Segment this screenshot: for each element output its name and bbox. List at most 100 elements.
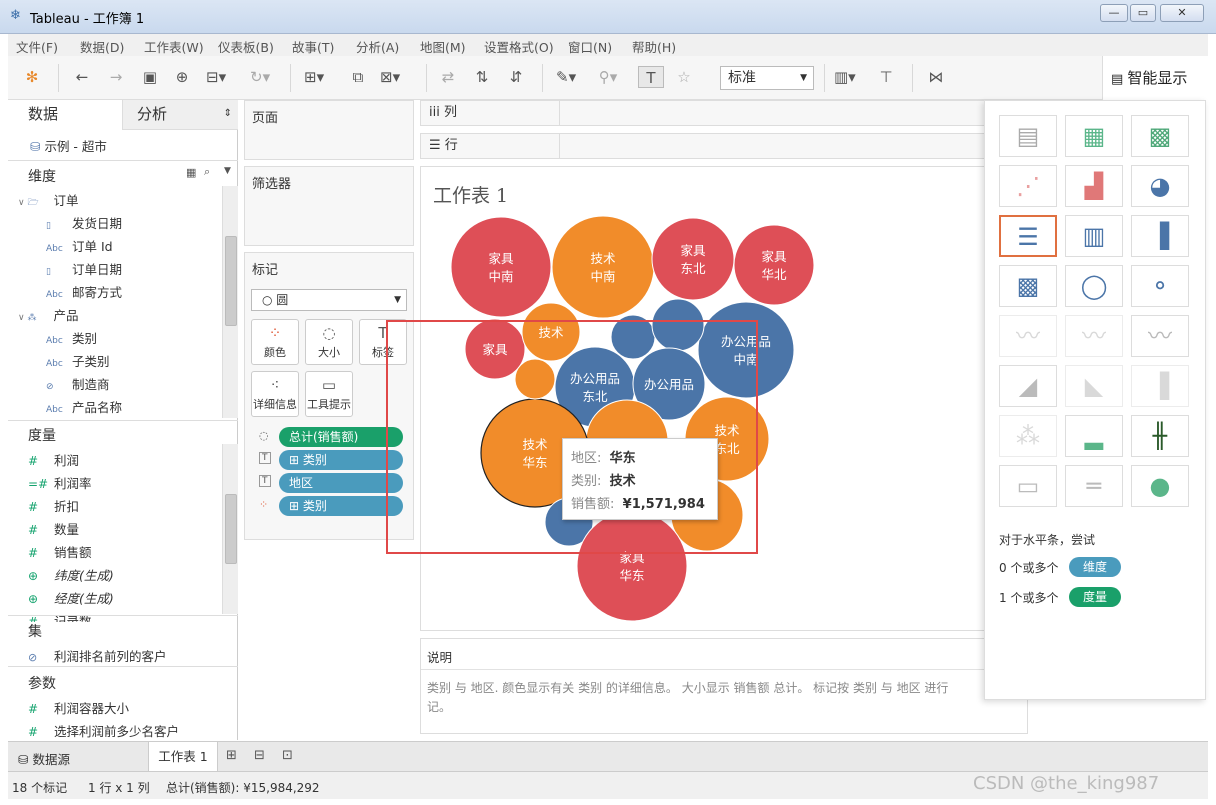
datasource-tab[interactable]: ⛁ 数据源 [18, 749, 70, 768]
measure-field[interactable]: ⊕ 纬度(生成) [28, 565, 114, 584]
bubble-mark[interactable] [697, 301, 795, 399]
bubble-mark[interactable] [651, 298, 705, 352]
new-sheet-icon[interactable]: ⊞▾ [304, 66, 324, 88]
detail-button[interactable]: ⁖ 详细信息 [251, 371, 299, 417]
menu-item[interactable]: 分析(A) [356, 37, 399, 56]
menu-item[interactable]: 设置格式(O) [484, 37, 554, 56]
dimensions-scrollbar[interactable] [222, 186, 238, 418]
rows-shelf[interactable]: ☰ 行 [420, 133, 985, 159]
dimension-field[interactable]: Abc 类别 [46, 328, 97, 347]
dimension-field[interactable]: ∨ 🗁 订单 [18, 190, 78, 211]
save-icon[interactable]: ▣ [140, 66, 160, 88]
smart-show-button[interactable]: ▤ 智能显示 [1102, 56, 1214, 100]
presentation-icon[interactable]: ⊤ [876, 66, 896, 88]
refresh-icon[interactable]: ↻▾ [250, 66, 270, 88]
measures-scrollbar[interactable] [222, 444, 238, 614]
field-pill[interactable]: 地区 [279, 473, 403, 493]
new-dashboard-icon[interactable]: ⊟ [254, 748, 265, 763]
filters-shelf[interactable]: 筛选器 [244, 166, 414, 246]
gantt-icon[interactable]: ▭ [999, 465, 1057, 507]
new-datasource-icon[interactable]: ⊕ [172, 66, 192, 88]
dimension-field[interactable]: Abc 产品名称 [46, 397, 122, 416]
view-icon[interactable]: ▦ [186, 166, 196, 179]
bubble-chart[interactable]: 家具中南技术中南家具东北家具华北办公用品中南家具技术办公用品东北办公用品技术华东… [421, 167, 986, 632]
menu-item[interactable]: 故事(T) [292, 37, 334, 56]
size-button[interactable]: ◌ 大小 [305, 319, 353, 365]
fit-select[interactable]: 标准 ▼ [720, 66, 814, 90]
menu-item[interactable]: 帮助(H) [632, 37, 676, 56]
tableau-home-icon[interactable]: ✻ [22, 66, 42, 88]
area-continuous-icon[interactable]: ◢ [999, 365, 1057, 407]
stacked-bars-icon[interactable]: ▥ [1065, 215, 1123, 257]
search-icon[interactable]: ⌕ [204, 165, 210, 179]
swap-icon[interactable]: ⇄ [438, 66, 458, 88]
group-icon[interactable]: ⚲▾ [598, 66, 618, 88]
treemap-icon[interactable]: ▩ [999, 265, 1057, 307]
close-button[interactable]: ✕ [1160, 4, 1204, 22]
measure-field[interactable]: ⊕ 经度(生成) [28, 588, 114, 607]
mark-type-select[interactable]: ○ 圆 ▼ [251, 289, 407, 311]
show-cards-icon[interactable]: ▥▾ [834, 66, 856, 88]
new-worksheet-icon[interactable]: ⊞ [226, 748, 237, 763]
highlight-icon[interactable]: ✎▾ [556, 66, 576, 88]
pie-chart-icon[interactable]: ◕ [1131, 165, 1189, 207]
dimension-field[interactable]: Abc 子类别 [46, 351, 110, 370]
histogram-icon[interactable]: ▂ [1065, 415, 1123, 457]
parameter-item[interactable]: # 利润容器大小 [28, 698, 129, 717]
bullet-icon[interactable]: ═ [1065, 465, 1123, 507]
field-pill[interactable]: ⊞ 类别 [279, 450, 403, 470]
menu-item[interactable]: 地图(M) [420, 37, 466, 56]
bubble-mark[interactable] [514, 358, 556, 400]
color-button[interactable]: ⁘ 颜色 [251, 319, 299, 365]
lines-discrete-icon[interactable]: 〰 [1065, 315, 1123, 357]
bubble-mark[interactable] [576, 510, 688, 622]
sheet-tab[interactable]: 工作表 1 [148, 742, 218, 771]
duplicate-sheet-icon[interactable]: ⧉ [348, 66, 368, 88]
columns-shelf[interactable]: iii 列 [420, 100, 985, 126]
redo-icon[interactable]: → [106, 66, 126, 88]
measure-field[interactable]: # 利润 [28, 450, 79, 469]
pages-shelf[interactable]: 页面 [244, 100, 414, 160]
dimension-field[interactable]: ⊘ 制造商 [46, 374, 110, 393]
measure-field[interactable]: # 销售额 [28, 542, 92, 561]
measure-field[interactable]: # 数量 [28, 519, 79, 538]
bubble-mark[interactable] [733, 224, 815, 306]
tab-analysis[interactable]: 分析 ⇕ [122, 100, 238, 130]
parameter-item[interactable]: # 选择利润前多少名客户 [28, 721, 179, 740]
side-by-side-circles-icon[interactable]: ⚬ [1131, 265, 1189, 307]
field-pill[interactable]: ⊞ 类别 [279, 496, 403, 516]
share-icon[interactable]: ⋈ [926, 66, 946, 88]
bubble-mark[interactable] [651, 217, 735, 301]
bubble-mark[interactable] [610, 314, 656, 360]
symbol-map-icon[interactable]: ⋰ [999, 165, 1057, 207]
dimension-field[interactable]: Abc 邮寄方式 [46, 282, 122, 301]
set-item[interactable]: ⊘ 利润排名前列的客户 [28, 646, 167, 665]
pause-updates-icon[interactable]: ⊟▾ [206, 66, 226, 88]
tab-data[interactable]: 数据 [8, 100, 122, 130]
text-table-icon[interactable]: ▤ [999, 115, 1057, 157]
area-discrete-icon[interactable]: ◣ [1065, 365, 1123, 407]
bubble-mark[interactable] [450, 216, 552, 318]
menu-item[interactable]: 工作表(W) [144, 37, 204, 56]
worksheet-view[interactable]: 工作表 1 家具 中南 技术 中南 家具 东北 家具 华北 办公用品 中南 家具 技术 办公用品 东北 办公… [420, 166, 985, 631]
show-labels-icon[interactable]: T [638, 66, 664, 88]
sort-asc-icon[interactable]: ⇅ [472, 66, 492, 88]
scatter-plot-icon[interactable]: ⁂ [999, 415, 1057, 457]
dual-combination-icon[interactable]: ▐ [1131, 365, 1189, 407]
dual-lines-icon[interactable]: 〰 [1131, 315, 1189, 357]
dimension-field[interactable]: ▯ 订单日期 [46, 259, 122, 278]
filled-map-icon[interactable]: ▟ [1065, 165, 1123, 207]
menu-item[interactable]: 窗口(N) [568, 37, 612, 56]
dimension-field[interactable]: ∨ ⁂ 产品 [18, 305, 78, 324]
circle-views-icon[interactable]: ◯ [1065, 265, 1123, 307]
menu-item[interactable]: 文件(F) [16, 37, 58, 56]
measure-field[interactable]: =# 利润率 [28, 473, 92, 492]
new-story-icon[interactable]: ⊡ [282, 748, 293, 763]
label-button[interactable]: T 标签 [359, 319, 407, 365]
side-by-side-bars-icon[interactable]: ▐ [1131, 215, 1189, 257]
horizontal-bars-icon[interactable]: ☰ [999, 215, 1057, 257]
menu-caret-icon[interactable]: ▼ [224, 166, 231, 176]
dimension-field[interactable]: ▯ 发货日期 [46, 213, 122, 232]
undo-icon[interactable]: ← [72, 66, 92, 88]
menu-item[interactable]: 仪表板(B) [218, 37, 274, 56]
